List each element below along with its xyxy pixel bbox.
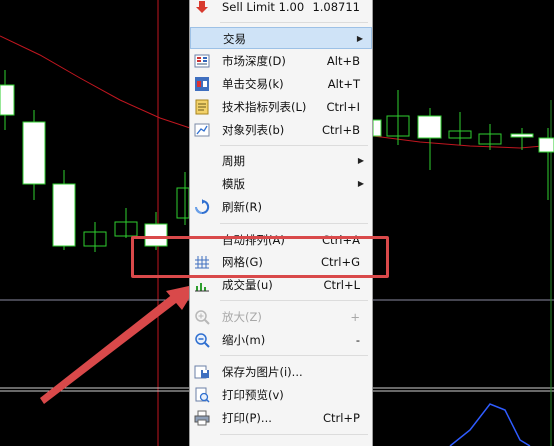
menu-separator (220, 300, 368, 301)
indicator-list-icon (195, 99, 209, 115)
menu-separator (220, 223, 368, 224)
menu-item-trade[interactable]: 交易 ▶ (190, 27, 372, 49)
annotation-arrow (40, 284, 198, 404)
menu-item-zoom-out[interactable]: 缩小(m) - (190, 329, 372, 351)
candle (176, 187, 190, 219)
sell-arrow-icon (196, 1, 208, 13)
menu-item-label: 打印预览(v) (222, 388, 284, 402)
menu-item-market-depth[interactable]: 市场深度(D) Alt+B (190, 50, 372, 72)
menu-separator (220, 434, 368, 435)
candle (22, 121, 46, 185)
print-icon (194, 410, 210, 426)
menu-item-label: 放大(Z) (222, 310, 262, 324)
menu-separator (220, 145, 368, 146)
menu-item-object-list[interactable]: 对象列表(b) Ctrl+B (190, 119, 372, 141)
menu-item-label: 技术指标列表(L) (222, 100, 307, 114)
candle (510, 133, 534, 138)
market-depth-icon (194, 54, 210, 68)
candle (417, 115, 442, 139)
menu-item-label: 对象列表(b) (222, 123, 285, 137)
menu-item-refresh[interactable]: 刷新(R) (190, 196, 372, 218)
menu-item-shortcut: - (355, 333, 360, 347)
menu-item-label: 市场深度(D) (222, 54, 286, 68)
candle (538, 137, 554, 153)
menu-item-label: 打印(P)... (222, 411, 272, 425)
menu-separator (220, 355, 368, 356)
refresh-icon (195, 199, 210, 214)
menu-item-label: 保存为图片(i)... (222, 365, 303, 379)
candle (52, 183, 76, 247)
candle (372, 119, 382, 137)
print-preview-icon (195, 387, 210, 403)
menu-item-print[interactable]: 打印(P)... Ctrl+P (190, 407, 372, 429)
candle (0, 84, 15, 116)
submenu-arrow-icon: ▶ (357, 179, 364, 188)
menu-item-label: 缩小(m) (222, 333, 266, 347)
menu-item-shortcut: Ctrl+B (322, 123, 360, 137)
volume-icon (195, 283, 209, 292)
menu-item-print-preview[interactable]: 打印预览(v) (190, 384, 372, 406)
menu-item-shortcut: Ctrl+I (326, 100, 361, 114)
menu-item-zoom-in: 放大(Z) + (190, 306, 372, 328)
menu-item-shortcut: Ctrl+P (322, 411, 360, 425)
menu-item-template[interactable]: 模版 ▶ (190, 173, 372, 195)
menu-item-label: 模版 (222, 177, 245, 191)
zoom-out-icon (195, 333, 210, 348)
submenu-arrow-icon: ▶ (357, 156, 364, 165)
menu-separator (220, 22, 368, 23)
menu-item-label: 刷新(R) (222, 200, 262, 214)
menu-item-label: 周期 (222, 154, 245, 168)
one-click-trading-icon (195, 77, 209, 91)
moving-average-line (0, 35, 191, 129)
menu-item-label: 单击交易(k) (222, 77, 284, 91)
chart-context-menu: Sell Limit 1.00 1.08711 交易 ▶ 市场深度(D) Alt… (189, 0, 373, 446)
submenu-arrow-icon: ▶ (356, 34, 363, 43)
menu-item-value: 1.08711 (312, 0, 360, 14)
indicator-line (449, 403, 531, 446)
menu-item-one-click-trading[interactable]: 单击交易(k) Alt+T (190, 73, 372, 95)
menu-item-label: Sell Limit 1.00 (222, 0, 305, 14)
zoom-in-icon (195, 310, 210, 325)
menu-item-shortcut: Alt+B (326, 54, 360, 68)
annotation-highlight-box (131, 236, 389, 278)
menu-item-sell-limit[interactable]: Sell Limit 1.00 1.08711 (190, 0, 372, 18)
menu-item-shortcut: Alt+T (327, 77, 360, 91)
menu-item-save-as-picture[interactable]: 保存为图片(i)... (190, 361, 372, 383)
menu-item-indicator-list[interactable]: 技术指标列表(L) Ctrl+I (190, 96, 372, 118)
menu-item-shortcut: + (350, 310, 360, 324)
save-picture-icon (194, 365, 209, 379)
object-list-icon (194, 123, 210, 137)
menu-item-label: 交易 (223, 32, 246, 46)
menu-item-period[interactable]: 周期 ▶ (190, 150, 372, 172)
